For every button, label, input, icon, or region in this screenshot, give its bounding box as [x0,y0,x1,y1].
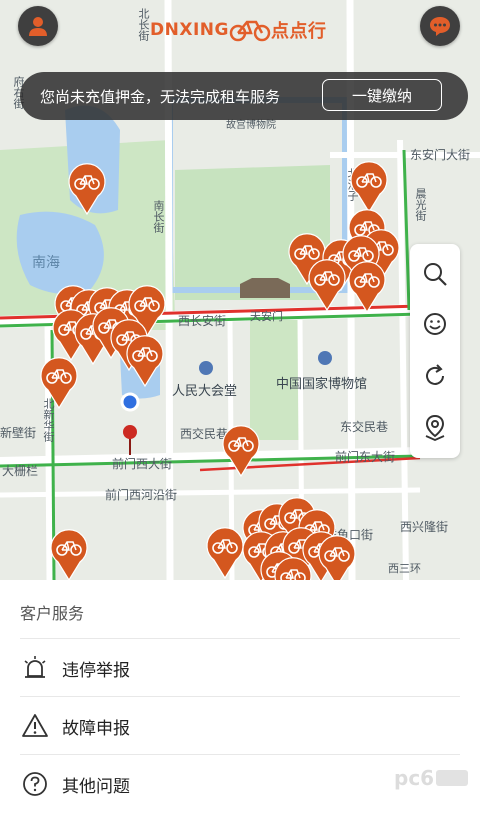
alarm-light-icon [20,653,50,683]
feedback-button[interactable] [417,306,453,342]
deposit-banner: 您尚未充值押金，无法完成租车服务 一键缴纳 [20,72,468,120]
logo-text: DNXING [150,20,229,40]
map-label-dashilan: 大栅栏 [2,464,39,478]
map-label-dongan: 东安门大街 [410,148,471,162]
watermark-text: pc6 [394,766,434,790]
report-fault-label: 故障申报 [62,718,130,739]
banner-message: 您尚未充值押金，无法完成租车服务 [40,87,281,106]
report-fault-item[interactable]: 故障申报 [20,696,460,755]
bike-pin[interactable] [348,160,390,214]
bike-pin[interactable] [66,162,108,216]
other-questions-label: 其他问题 [62,776,130,797]
map-label-nanchang: 南长街 [152,200,165,233]
pay-deposit-button[interactable]: 一键缴纳 [322,79,442,111]
bike-pin[interactable] [346,260,388,314]
map-label-dongjiao: 东交民巷 [340,420,389,434]
map-label-xichangan: 西长安街 [178,314,227,328]
map-label-chenguang: 晨光街 [414,188,427,221]
report-parking-item[interactable]: 违停举报 [20,638,460,697]
map-label-renmin: 人民大会堂 [172,384,238,399]
bike-pin[interactable] [272,556,314,580]
chat-bubble-icon [430,17,450,36]
profile-button[interactable] [18,6,58,46]
bike-pin[interactable] [220,424,262,478]
report-parking-label: 违停举报 [62,660,130,681]
map-label-museum: 中国国家博物馆 [276,377,368,392]
bike-pin[interactable] [306,258,348,312]
search-icon [424,263,447,286]
search-button[interactable] [417,256,453,292]
bike-pin[interactable] [38,356,80,410]
map-label-beichang: 北长街 [137,8,150,41]
site-watermark-logo: pc6 [394,766,468,790]
sheet-title: 客户服务 [20,604,85,623]
location-icon [425,414,445,441]
bike-pin[interactable] [48,528,90,580]
bike-logo-icon [229,20,271,42]
warning-icon [20,711,50,741]
map-label-xixing: 西兴隆街 [400,520,449,534]
map-tools-panel [410,244,460,458]
map-label-qianmen-xiheyan: 前门西河沿街 [105,488,178,502]
question-icon [20,769,50,799]
chat-button[interactable] [420,6,460,46]
smile-icon [424,313,446,335]
map-label-tiananmen: 天安门 [250,310,283,323]
map-label-xinbi: 新壁街 [0,426,37,440]
person-icon [29,17,47,36]
bike-pin[interactable] [124,334,166,388]
map-label-sanxiang: 西三环 [388,562,421,575]
map-label-qianmen-west: 前门西大街 [112,457,173,471]
bike-pin[interactable] [316,534,358,580]
map-label-nanhai: 南海 [32,255,60,271]
locate-button[interactable] [417,410,453,446]
logo-cn: 点点行 [270,21,327,42]
refresh-button[interactable] [417,358,453,394]
map-label-qianmen-east: 前门东大街 [335,450,396,464]
app-logo: DNXING 点点行 [150,8,330,52]
refresh-icon [426,364,444,385]
